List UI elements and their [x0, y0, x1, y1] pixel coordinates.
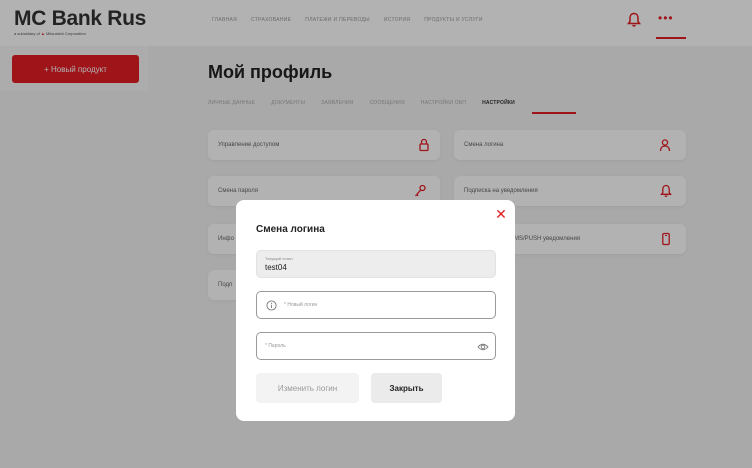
new-login-placeholder: * Новый логин	[284, 302, 318, 308]
info-icon[interactable]	[266, 300, 277, 311]
change-login-dialog: Смена логина ✕ Текущий логин test04 * Но…	[236, 200, 515, 421]
current-login-field: Текущий логин test04	[256, 250, 496, 278]
current-login-label: Текущий логин	[265, 256, 293, 261]
current-login-value: test04	[265, 263, 287, 272]
password-placeholder: * Пароль	[265, 343, 286, 349]
change-login-button[interactable]: Изменить логин	[256, 373, 359, 403]
password-input[interactable]: * Пароль	[256, 332, 496, 360]
dialog-title: Смена логина	[256, 224, 325, 235]
show-password-eye-icon[interactable]	[477, 342, 489, 352]
new-login-input[interactable]: * Новый логин	[256, 291, 496, 319]
close-icon[interactable]: ✕	[494, 207, 508, 221]
close-button[interactable]: Закрыть	[371, 373, 442, 403]
